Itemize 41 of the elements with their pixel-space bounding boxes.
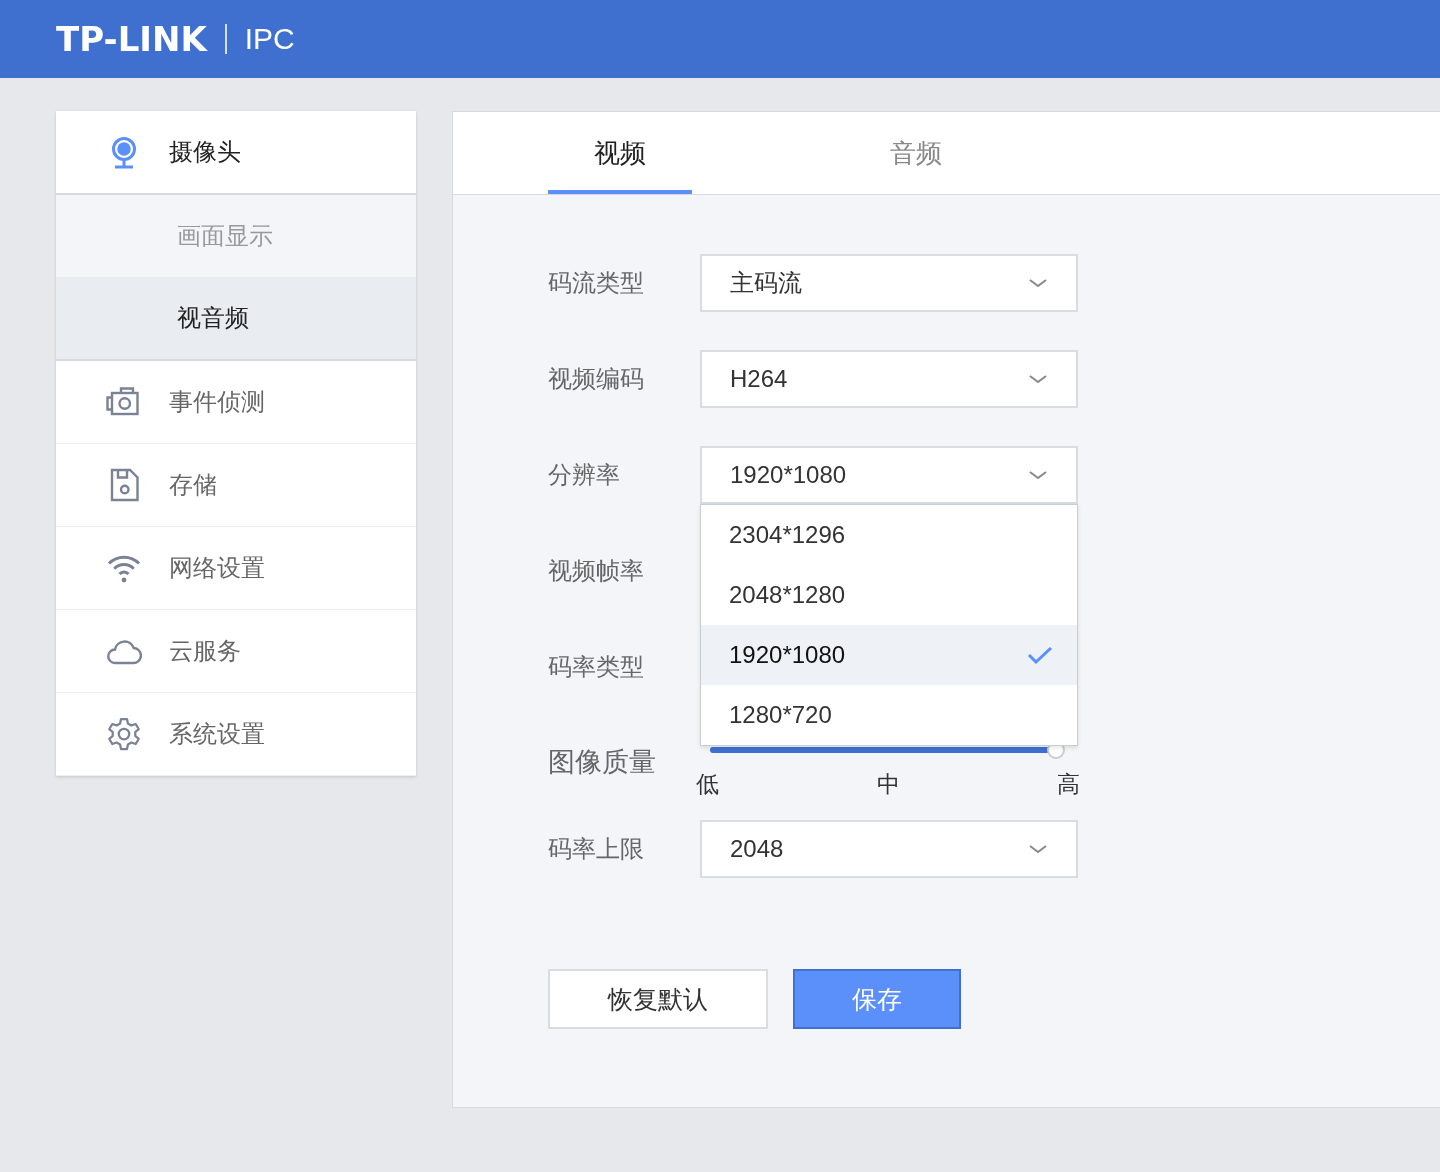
slider-tick-label: 低 [696, 770, 719, 799]
dropdown-select[interactable]: 2048 [700, 820, 1078, 878]
sidebar-item[interactable]: 云服务 [56, 610, 416, 693]
field-label: 码率类型 [548, 652, 645, 682]
tab[interactable]: 视频 [548, 112, 692, 194]
submenu-item[interactable]: 视音频 [56, 277, 416, 359]
sidebar-item[interactable]: 事件侦测 [56, 361, 416, 444]
chevron-down-icon [1028, 469, 1048, 481]
reset-button[interactable]: 恢复默认 [548, 969, 768, 1029]
chevron-down-icon [1028, 277, 1048, 289]
dropdown-option[interactable]: 1920*1080 [701, 625, 1077, 685]
field-label: 图像质量 [548, 746, 657, 779]
checkmark-icon [1027, 645, 1053, 665]
field-label: 视频帧率 [548, 556, 645, 586]
sidebar-item[interactable]: 系统设置 [56, 693, 416, 776]
field-label: 码率上限 [548, 834, 645, 864]
tab[interactable]: 音频 [844, 112, 988, 194]
chevron-down-icon [1028, 843, 1048, 855]
dropdown-option[interactable]: 2304*1296 [701, 505, 1077, 565]
slider-tick-label: 高 [1057, 770, 1080, 799]
sidebar-item-label: 存储 [169, 470, 217, 500]
field-label: 码流类型 [548, 268, 645, 298]
sidebar-item-label: 网络设置 [169, 553, 265, 583]
sidebar-item[interactable]: 存储 [56, 444, 416, 527]
sidebar-item-label: 系统设置 [169, 719, 265, 749]
sidebar-item-label: 云服务 [169, 636, 241, 666]
brand-logo: TP-LINK [56, 19, 207, 59]
dropdown-option[interactable]: 1280*720 [701, 685, 1077, 745]
sidebar-item-label: 摄像头 [169, 137, 241, 167]
dropdown-option[interactable]: 2048*1280 [701, 565, 1077, 625]
sidebar-item-label: 事件侦测 [169, 387, 265, 417]
settings-icon [106, 716, 142, 752]
dropdown-select[interactable]: 1920*1080 [700, 446, 1078, 504]
sidebar-item[interactable]: 网络设置 [56, 527, 416, 610]
field-label: 分辨率 [548, 460, 621, 490]
chevron-down-icon [1028, 373, 1048, 385]
field-label: 视频编码 [548, 364, 645, 394]
dropdown-select[interactable]: 主码流 [700, 254, 1078, 312]
dropdown-select[interactable]: H264 [700, 350, 1078, 408]
slider-tick-label: 中 [876, 770, 900, 799]
product-name: IPC [244, 22, 295, 56]
